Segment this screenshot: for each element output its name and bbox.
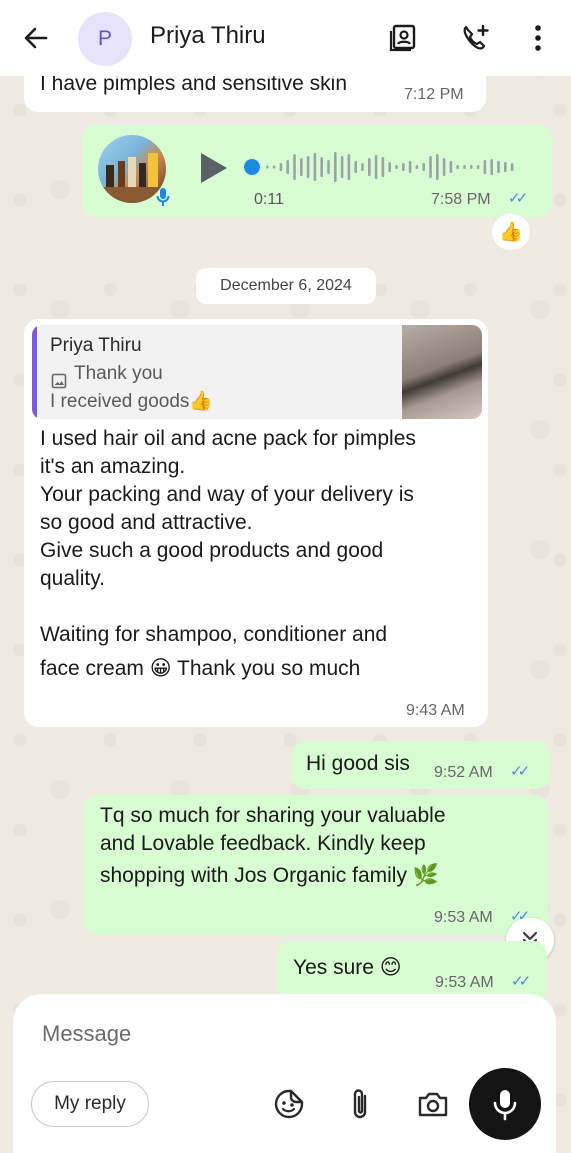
message-time: 9:43 AM: [406, 702, 465, 719]
play-icon[interactable]: [198, 151, 230, 190]
message-input[interactable]: Message: [42, 1021, 131, 1047]
quote-author: Priya Thiru: [50, 335, 142, 356]
incoming-message[interactable]: Priya Thiru Thank you I received goods👍 …: [24, 319, 488, 727]
add-call-icon[interactable]: [457, 20, 493, 56]
message-text: Your packing and way of your delivery is: [40, 483, 414, 506]
voice-message[interactable]: 0:11 7:58 PM ✓✓: [82, 125, 552, 217]
waveform-bar: [490, 159, 493, 175]
sticker-icon[interactable]: [272, 1086, 306, 1122]
message-text: shopping with Jos Organic family 🌿: [100, 864, 439, 887]
waveform-bar: [266, 165, 269, 169]
message-time: 7:58 PM: [431, 191, 491, 208]
waveform-bar: [293, 154, 296, 180]
message-text: face cream 😀 Thank you so much: [40, 657, 361, 680]
message-text: Tq so much for sharing your valuable: [100, 804, 446, 827]
waveform-bar: [449, 161, 453, 173]
waveform-bar: [320, 157, 323, 177]
message-time: 9:53 AM: [435, 974, 494, 991]
waveform-bar: [354, 161, 357, 173]
attachment-icon[interactable]: [343, 1086, 377, 1122]
quote-text: Thank you: [74, 363, 163, 384]
waveform-bar: [361, 163, 364, 171]
message-text: and Lovable feedback. Kindly keep: [100, 832, 426, 855]
waveform-bar: [272, 165, 276, 169]
waveform-bar: [347, 154, 351, 180]
more-options-icon[interactable]: [520, 20, 556, 56]
message-text: so good and attractive.: [40, 511, 253, 534]
waveform-bar: [327, 160, 330, 174]
waveform-bar: [286, 160, 289, 174]
waveform-bar: [381, 157, 385, 177]
waveform-bar: [470, 165, 473, 169]
read-receipt-icon: ✓✓: [510, 763, 530, 780]
message-text: Waiting for shampoo, conditioner and: [40, 623, 388, 646]
waveform-bar: [456, 165, 459, 169]
message-text: Hi good sis: [306, 752, 410, 775]
waveform-bar: [483, 160, 487, 174]
quote-text: I received goods👍: [50, 391, 214, 412]
waveform-bar: [497, 161, 500, 173]
waveform-bar: [476, 165, 480, 169]
avatar[interactable]: P: [78, 12, 132, 66]
back-arrow-icon[interactable]: [20, 22, 52, 54]
outgoing-message[interactable]: Yes sure 😊 9:53 AM ✓✓: [277, 941, 547, 1001]
quote-image-thumbnail: [402, 325, 482, 419]
waveform-bar: [313, 153, 317, 181]
message-text: quality.: [40, 567, 105, 590]
waveform-bar: [402, 163, 405, 171]
voice-duration: 0:11: [254, 191, 284, 208]
message-text: I used hair oil and acne pack for pimple…: [40, 427, 416, 450]
waveform-bar: [463, 165, 466, 169]
waveform-bar: [340, 156, 344, 178]
chat-header: P Priya Thiru: [0, 0, 571, 76]
my-reply-chip[interactable]: My reply: [31, 1081, 149, 1127]
waveform-bar: [504, 162, 507, 172]
playback-position-dot: [244, 159, 260, 175]
message-text: Yes sure 😊: [293, 956, 402, 979]
outgoing-message[interactable]: Hi good sis 9:52 AM ✓✓: [292, 741, 550, 789]
waveform-bar: [436, 154, 439, 180]
waveform-bar: [442, 158, 446, 176]
waveform-bar: [422, 163, 425, 171]
message-time: 7:12 PM: [404, 86, 464, 103]
reaction-emoji: 👍: [499, 222, 523, 243]
message-time: 9:52 AM: [434, 764, 493, 781]
message-text: it's an amazing.: [40, 455, 186, 478]
message-composer: [13, 994, 556, 1153]
waveform-bar: [374, 155, 378, 179]
camera-icon[interactable]: [416, 1086, 450, 1122]
waveform-bar: [388, 162, 391, 172]
microphone-icon: [493, 1090, 517, 1121]
voice-waveform[interactable]: [242, 149, 532, 190]
message-time: 9:53 AM: [434, 909, 493, 926]
voice-mic-icon: [156, 187, 170, 212]
waveform-bar: [510, 163, 514, 171]
waveform-bar: [306, 156, 310, 178]
waveform-bar: [279, 163, 283, 171]
waveform-bar: [429, 156, 432, 178]
contact-name[interactable]: Priya Thiru: [150, 22, 266, 50]
reaction-badge[interactable]: 👍: [492, 214, 530, 250]
contact-card-icon[interactable]: [386, 20, 422, 56]
waveform-bar: [395, 165, 398, 169]
voice-record-button[interactable]: [469, 1068, 541, 1140]
date-separator: December 6, 2024: [196, 268, 376, 304]
waveform-bar: [334, 152, 337, 182]
read-receipt-icon: ✓✓: [508, 190, 528, 207]
waveform-bar: [368, 158, 371, 176]
waveform-bar: [415, 165, 419, 169]
message-text: Give such a good products and good: [40, 539, 384, 562]
waveform-bar: [408, 161, 412, 173]
quoted-message[interactable]: Priya Thiru Thank you I received goods👍: [32, 325, 482, 419]
read-receipt-icon: ✓✓: [511, 973, 531, 990]
waveform-bar: [300, 158, 303, 176]
outgoing-message[interactable]: Tq so much for sharing your valuable and…: [84, 795, 548, 935]
quote-bar: [32, 325, 37, 419]
